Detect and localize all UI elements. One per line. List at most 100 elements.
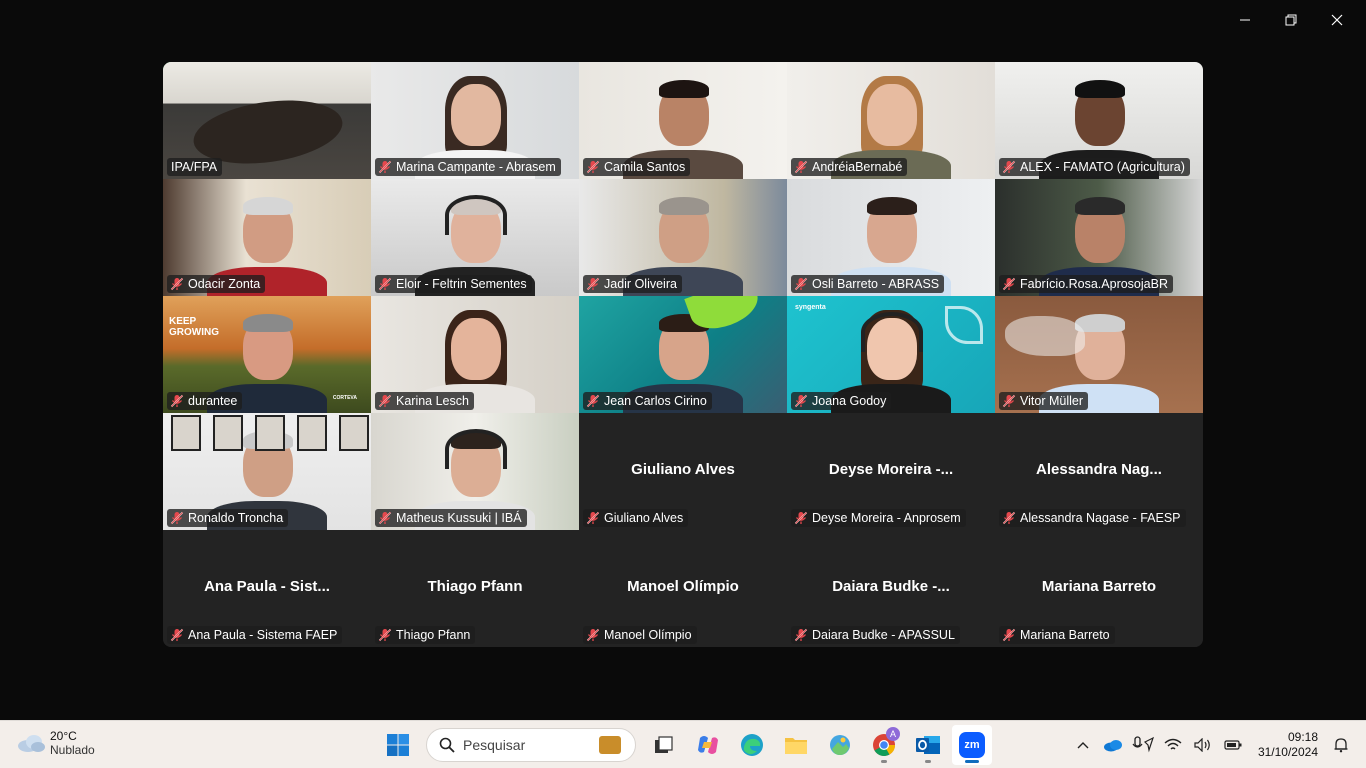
participant-display-name: Thiago Pfann [427,578,523,595]
participant-display-name: Alessandra Nag... [1036,461,1162,478]
clock[interactable]: 09:18 31/10/2024 [1258,730,1318,760]
copilot-button[interactable] [688,725,728,765]
participant-tile[interactable]: Daiara Budke -... Daiara Budke - APASSUL [787,530,995,647]
windows-start-icon [387,734,409,756]
outlook-button[interactable] [908,725,948,765]
participant-name-label: Manoel Olímpio [583,626,697,644]
onedrive-icon [1103,740,1122,752]
participant-name-label: Joana Godoy [791,392,892,410]
participant-tile[interactable]: Alessandra Nag... Alessandra Nagase - FAE… [995,413,1203,530]
notification-bell-icon [1334,738,1348,753]
microphone-tray-button[interactable] [1128,730,1158,760]
mic-off-icon [378,277,392,291]
edge-button[interactable] [732,725,772,765]
participant-name: Thiago Pfann [396,628,471,642]
participant-name-label: Matheus Kussuki | IBÁ [375,509,527,527]
zoom-window: IPA/FPA Marina Campante - Abrasem Camila S… [0,0,1366,768]
participant-name: Odacir Zonta [188,277,261,291]
wifi-icon [1164,738,1182,750]
volume-button[interactable] [1188,730,1218,760]
participant-tile[interactable]: Karina Lesch [371,296,579,413]
participant-name-label: Giuliano Alves [583,509,689,527]
cloud-icon [18,735,45,752]
taskbar-apps: Pesquisar A zm [378,725,996,765]
copilot-icon [698,736,718,754]
participant-name-label: Ronaldo Troncha [167,509,289,527]
world-map-wall [1005,316,1085,356]
search-icon [439,737,455,753]
participant-tile[interactable]: syngenta Joana Godoy [787,296,995,413]
participant-tile[interactable]: Camila Santos [579,62,787,179]
battery-button[interactable] [1218,730,1248,760]
volume-icon [1194,738,1210,752]
participant-tile[interactable]: Vitor Müller [995,296,1203,413]
participant-tile[interactable]: Giuliano Alves Giuliano Alves [579,413,787,530]
participant-tile[interactable]: IPA/FPA [163,62,371,179]
participant-name: Ronaldo Troncha [188,511,284,525]
background-brand-syngenta: syngenta [795,304,826,311]
notifications-button[interactable] [1326,730,1356,760]
participant-name: Osli Barreto - ABRASS [812,277,940,291]
mic-off-icon [794,160,808,174]
participant-tile[interactable]: Ana Paula - Sist... Ana Paula - Sistema F… [163,530,371,647]
restore-button[interactable] [1268,6,1314,34]
wall-portrait [339,415,369,451]
task-view-button[interactable] [644,725,684,765]
participant-display-name: Giuliano Alves [631,461,735,478]
mic-off-icon [586,394,600,408]
participant-tile[interactable]: Matheus Kussuki | IBÁ [371,413,579,530]
chrome-button[interactable]: A [864,725,904,765]
participant-name-label: Daiara Budke - APASSUL [791,626,960,644]
participant-tile[interactable]: Odacir Zonta [163,179,371,296]
participant-name-label: ALEX - FAMATO (Agricultura) [999,158,1190,176]
participant-tile[interactable]: Deyse Moreira -... Deyse Moreira - Anpros… [787,413,995,530]
close-button[interactable] [1314,6,1360,34]
participant-tile[interactable]: Ronaldo Troncha [163,413,371,530]
mic-off-icon [1002,628,1016,642]
mic-off-icon [586,511,600,525]
participant-tile[interactable]: Mariana Barreto Mariana Barreto [995,530,1203,647]
background-text-growing: GROWING [169,327,219,338]
start-button[interactable] [378,725,418,765]
restore-icon [1285,14,1297,26]
participant-tile[interactable]: ALEX - FAMATO (Agricultura) [995,62,1203,179]
participant-name: Camila Santos [604,160,686,174]
participant-name: AndréiaBernabé [812,160,903,174]
participant-tile[interactable]: Eloir - Feltrin Sementes [371,179,579,296]
background-text-keep: KEEP [169,316,197,327]
participant-name-label: Alessandra Nagase - FAESP [999,509,1186,527]
participant-tile[interactable]: Manoel Olímpio Manoel Olímpio [579,530,787,647]
participant-name-label: IPA/FPA [167,158,223,176]
wifi-button[interactable] [1158,730,1188,760]
chrome-profile-badge: A [886,727,900,741]
file-explorer-button[interactable] [776,725,816,765]
close-icon [1331,14,1343,26]
participant-name: Ana Paula - Sistema FAEP [188,628,338,642]
weather-widget[interactable]: 20°C Nublado [16,729,95,757]
taskbar-search[interactable]: Pesquisar [426,728,636,762]
participant-tile[interactable]: Marina Campante - Abrasem [371,62,579,179]
participant-name: Matheus Kussuki | IBÁ [396,511,522,525]
participant-tile[interactable]: Jadir Oliveira [579,179,787,296]
participant-tile[interactable]: KEEP GROWING CORTEVA durantee [163,296,371,413]
participant-name: Karina Lesch [396,394,469,408]
participant-name-label: Eloir - Feltrin Sementes [375,275,532,293]
mic-off-icon [586,628,600,642]
participant-display-name: Deyse Moreira -... [828,461,954,478]
photos-button[interactable] [820,725,860,765]
clock-date: 31/10/2024 [1257,745,1318,759]
microphone-location-icon [1132,736,1154,753]
participant-tile[interactable]: Jean Carlos Cirino [579,296,787,413]
zoom-logo-text: zm [964,739,980,751]
zoom-button[interactable]: zm [952,725,992,765]
participant-name-label: Marina Campante - Abrasem [375,158,561,176]
mic-off-icon [170,628,184,642]
participant-tile[interactable]: Thiago Pfann Thiago Pfann [371,530,579,647]
participant-tile[interactable]: Osli Barreto - ABRASS [787,179,995,296]
minimize-button[interactable] [1222,6,1268,34]
participant-tile[interactable]: Fabrício.Rosa.AprosojaBR [995,179,1203,296]
participant-name-label: Thiago Pfann [375,626,476,644]
onedrive-button[interactable] [1098,730,1128,760]
participant-tile[interactable]: AndréiaBernabé [787,62,995,179]
show-hidden-icons-button[interactable] [1068,730,1098,760]
